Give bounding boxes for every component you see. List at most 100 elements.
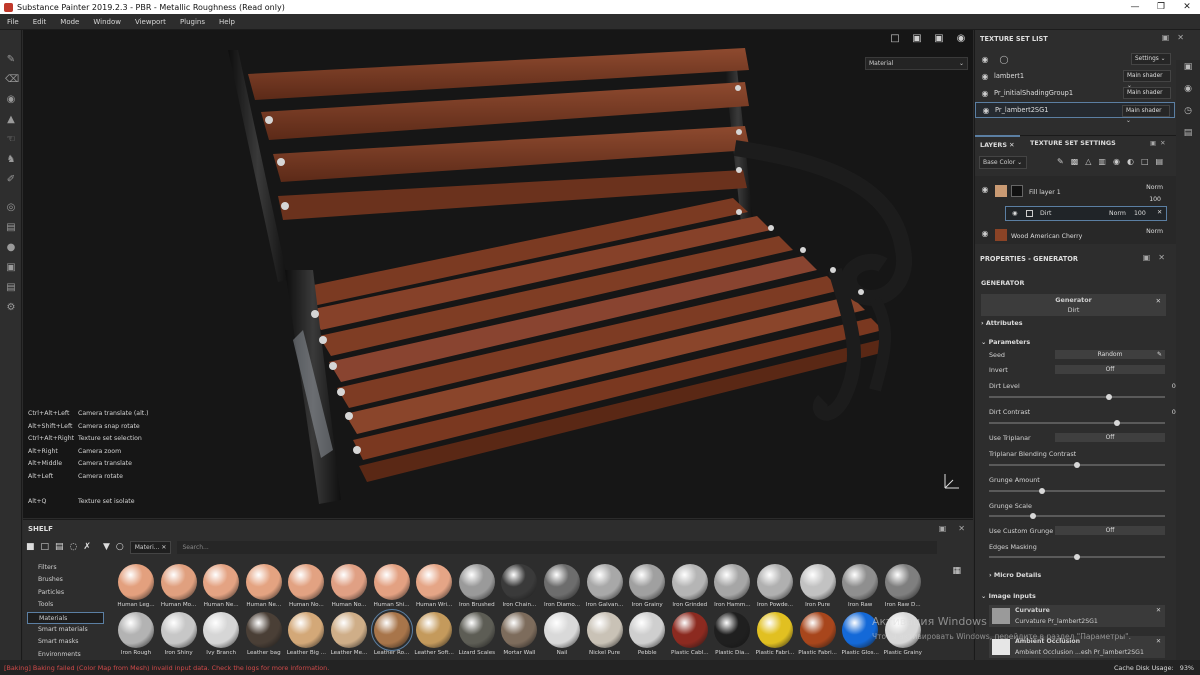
eye-icon[interactable]: ◉ [1012, 210, 1017, 217]
texture-set-row[interactable]: ◉ Pr_initialShadingGroup1 Main shader ⌄ [975, 85, 1175, 106]
paint-brush-icon[interactable]: ✎ [5, 54, 17, 66]
material-mode-select[interactable]: Material ⌄ [865, 57, 968, 70]
3d-viewport[interactable]: □ ▣ ▣ ◉ Material ⌄ Ctrl+Alt+Left Camera t… [23, 30, 973, 518]
shader-dropdown[interactable]: Main shader ⌄ [1122, 105, 1170, 124]
material-thumbnail[interactable]: Human Wri... [413, 564, 455, 608]
edges-masking-slider[interactable] [989, 554, 1165, 560]
material-thumbnail[interactable]: Leather bag [243, 612, 285, 656]
material-thumbnail[interactable]: Mortar Wall [498, 612, 540, 656]
material-thumbnail[interactable]: Leather Big ... [285, 612, 327, 656]
layer-row[interactable]: ◉ Fill layer 1 Norm 100 [975, 181, 1175, 203]
material-thumbnail[interactable]: Iron Brushed [456, 564, 498, 608]
material-thumbnail[interactable]: Plastic Cabl... [669, 612, 711, 656]
float-panel-icon[interactable]: ▣ [939, 524, 947, 533]
ps-export-icon[interactable]: ▣ [5, 262, 17, 274]
material-thumbnail[interactable]: Human Mo... [158, 564, 200, 608]
dirt-contrast-slider[interactable] [989, 420, 1165, 426]
close-icon[interactable]: ✕ [1160, 139, 1165, 147]
close-icon[interactable]: ✕ [1158, 253, 1173, 262]
add-effect-icon[interactable]: ▩ [1071, 157, 1079, 166]
material-thumbnail[interactable]: Human Ne... [200, 564, 242, 608]
menu-edit[interactable]: Edit [26, 18, 54, 26]
material-thumbnail[interactable]: Leather Ro... [370, 609, 413, 656]
brush-icon[interactable]: ✎ [1057, 157, 1064, 166]
trash-icon[interactable]: ▤ [55, 542, 64, 552]
material-thumbnail[interactable]: Plastic Fabri... [754, 612, 796, 656]
open-folder-icon[interactable]: □ [41, 542, 50, 552]
material-thumbnail[interactable]: Iron Grinded [669, 564, 711, 608]
texture-set-row-selected[interactable]: ◉ Pr_lambert2SG1 Main shader ⌄ [975, 102, 1175, 124]
material-thumbnail[interactable]: Iron Shiny [158, 612, 200, 656]
eye-icon[interactable]: ◉ [979, 229, 991, 238]
material-thumbnail[interactable]: Pebble [626, 612, 668, 656]
menu-viewport[interactable]: Viewport [128, 18, 173, 26]
screenshot-icon[interactable]: ◉ [955, 33, 967, 45]
maximize-button[interactable]: ❐ [1148, 0, 1174, 14]
material-thumbnail[interactable]: Leather Soft... [413, 612, 455, 656]
effect-row[interactable]: ◉ Dirt Norm 100 ✕ [1005, 206, 1167, 221]
eraser-icon[interactable]: ⌫ [5, 74, 19, 86]
material-thumbnail[interactable]: Iron Pure [797, 564, 839, 608]
use-triplanar-toggle[interactable]: Off [1055, 433, 1165, 442]
category-brushes[interactable]: Brushes [27, 574, 104, 586]
use-custom-grunge-toggle[interactable]: Off [1055, 526, 1165, 535]
generator-selector[interactable]: Generator Dirt ✕ [981, 294, 1166, 316]
shader-dropdown[interactable]: Main shader ⌄ [1123, 87, 1171, 106]
close-icon[interactable]: ✕ [1156, 607, 1161, 614]
material-thumbnail[interactable]: Human No... [328, 564, 370, 608]
camera-icon[interactable]: ▣ [933, 33, 945, 45]
slider-handle[interactable] [1105, 394, 1112, 400]
channel-dropdown[interactable]: Base Color ⌄ [979, 156, 1027, 169]
material-thumbnail[interactable]: Human Leg... [115, 564, 157, 608]
seed-random-button[interactable]: Random ✎ [1055, 350, 1165, 359]
settings-dropdown[interactable]: Settings ⌄ [1131, 53, 1171, 65]
float-panel-icon[interactable]: ▣ [1162, 33, 1178, 42]
grunge-scale-slider[interactable] [989, 513, 1165, 519]
slider-handle[interactable] [1038, 488, 1045, 494]
filter-icon[interactable]: ▼ [103, 542, 110, 552]
layer-opacity[interactable]: 100 [1149, 196, 1161, 203]
material-thumbnail[interactable]: Ivy Branch [200, 612, 242, 656]
material-thumbnail[interactable]: Iron Hamm... [711, 564, 753, 608]
menu-window[interactable]: Window [86, 18, 128, 26]
micro-details-group[interactable]: › Micro Details [989, 571, 1041, 579]
settings-icon[interactable]: ⚙ [5, 302, 17, 314]
close-icon[interactable]: ✕ [1177, 33, 1192, 42]
add-smart-icon[interactable]: △ [1085, 157, 1091, 166]
remove-icon[interactable]: ✗ [83, 542, 91, 552]
material-thumbnail[interactable]: Iron Galvan... [584, 564, 626, 608]
float-panel-icon[interactable]: ▣ [1150, 139, 1156, 147]
menu-mode[interactable]: Mode [53, 18, 86, 26]
slider-handle[interactable] [1074, 462, 1080, 468]
category-smart-materials[interactable]: Smart materials [27, 624, 104, 636]
document-icon[interactable]: ▤ [5, 282, 17, 294]
delete-layer-icon[interactable]: ▤ [1156, 157, 1164, 166]
material-thumbnail[interactable]: Leather Me... [328, 612, 370, 656]
status-error-message[interactable]: [Baking] Baking failed (Color Map from M… [0, 664, 329, 672]
eye-icon[interactable]: ◉ [979, 72, 991, 81]
log-icon[interactable]: ▤ [1182, 128, 1194, 140]
material-thumbnail[interactable]: Plastic Dia... [711, 612, 753, 656]
layer-row[interactable]: ◉ Wood American Cherry Norm [975, 226, 1175, 244]
shelf-search-input[interactable]: Search... [177, 540, 938, 554]
minimize-button[interactable]: — [1122, 0, 1148, 14]
polygon-fill-icon[interactable]: ▲ [5, 114, 17, 126]
image-inputs-group[interactable]: ⌄ Image inputs [981, 592, 1036, 600]
cube-view-icon[interactable]: ▣ [911, 33, 923, 45]
layer-blend[interactable]: Norm [1146, 228, 1163, 235]
display-mode-icon[interactable]: □ [889, 33, 901, 45]
category-materials[interactable]: Materials [27, 611, 104, 624]
category-smart-masks[interactable]: Smart masks [27, 636, 104, 648]
eye-icon[interactable]: ◉ [979, 185, 991, 194]
material-thumbnail[interactable]: Iron Raw [839, 564, 881, 608]
slider-handle[interactable] [1114, 420, 1121, 426]
slider-handle[interactable] [1074, 554, 1080, 560]
remove-effect-icon[interactable]: ✕ [1157, 209, 1162, 216]
layer-blend[interactable]: Norm [1146, 184, 1163, 191]
add-folder-icon[interactable]: □ [1141, 157, 1149, 166]
camera-settings-icon[interactable]: ● [5, 242, 17, 254]
material-thumbnail[interactable]: Iron Chain... [498, 564, 540, 608]
category-tools[interactable]: Tools [27, 599, 104, 611]
bake-icon[interactable]: ▤ [5, 222, 17, 234]
tab-layers[interactable]: LAYERS ✕ [975, 135, 1020, 152]
